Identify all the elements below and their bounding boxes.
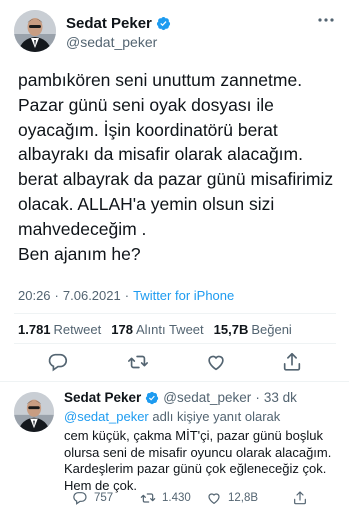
reply-action[interactable]: 757: [72, 490, 113, 506]
reply-count: 757: [94, 492, 114, 504]
share-icon[interactable]: [281, 351, 303, 373]
reply-actions: 757 1.430 12,8B: [64, 490, 340, 510]
avatar[interactable]: [14, 392, 54, 432]
retweet-action[interactable]: 1.430: [140, 490, 191, 506]
meta-separator: ·: [124, 288, 130, 303]
retweet-icon[interactable]: [127, 351, 149, 373]
reply-tweet[interactable]: Sedat Peker @sedat_peker · 33 dk @sedat_…: [0, 382, 349, 512]
share-action[interactable]: [292, 490, 308, 506]
tweet-time[interactable]: 20:26: [18, 288, 51, 303]
like-icon[interactable]: [205, 351, 227, 373]
author-name[interactable]: Sedat Peker: [66, 15, 152, 32]
reply-icon: [73, 492, 87, 505]
tweet-source[interactable]: Twitter for iPhone: [133, 288, 234, 303]
quotes-stat[interactable]: 178 Alıntı Tweet: [111, 322, 203, 337]
tweet-date[interactable]: 7.06.2021: [63, 288, 121, 303]
author-handle[interactable]: @sedat_peker: [66, 34, 171, 50]
avatar[interactable]: [14, 10, 56, 52]
retweet-count: 1.430: [162, 492, 191, 504]
tweet-text: pambıkören seni unuttum zannetme. Pazar …: [18, 70, 334, 264]
reply-header: Sedat Peker @sedat_peker · 33 dk: [64, 390, 297, 405]
retweet-icon: [140, 493, 156, 503]
reply-icon[interactable]: [47, 351, 69, 373]
meta-separator: ·: [255, 390, 260, 405]
retweets-stat[interactable]: 1.781 Retweet: [18, 322, 101, 337]
like-icon: [208, 493, 220, 505]
like-action[interactable]: 12,8B: [206, 490, 258, 506]
share-icon: [294, 491, 306, 505]
author-name[interactable]: Sedat Peker: [64, 390, 141, 405]
reply-to-label: adlı kişiye yanıt olarak: [152, 409, 281, 424]
verified-badge-icon: [146, 391, 159, 404]
reply-text: cem küçük, çakma MİT'çi, pazar günü boşl…: [64, 428, 332, 493]
author-block: Sedat Peker @sedat_peker: [66, 15, 171, 50]
tweet-header: Sedat Peker @sedat_peker: [14, 10, 336, 54]
tweet-timestamp: 20:26 · 7.06.2021 · Twitter for iPhone: [18, 288, 234, 303]
tweet-age[interactable]: 33 dk: [264, 390, 297, 405]
reply-to-mention[interactable]: @sedat_peker: [64, 409, 149, 424]
tweet-stats: 1.781 Retweet 178 Alıntı Tweet 15,7B Beğeni: [18, 322, 292, 337]
meta-separator: ·: [54, 288, 59, 303]
verified-badge-icon: [156, 16, 170, 31]
avatar-portrait-icon: [14, 392, 54, 432]
divider: [14, 343, 336, 344]
tweet-actions: [0, 351, 349, 375]
more-options-icon[interactable]: [316, 12, 336, 28]
divider: [14, 313, 336, 314]
likes-stat[interactable]: 15,7B Beğeni: [214, 322, 292, 337]
author-handle[interactable]: @sedat_peker: [163, 390, 251, 405]
like-count: 12,8B: [228, 492, 259, 504]
replying-to: @sedat_peker adlı kişiye yanıt olarak: [64, 409, 280, 424]
avatar-portrait-icon: [14, 10, 56, 52]
